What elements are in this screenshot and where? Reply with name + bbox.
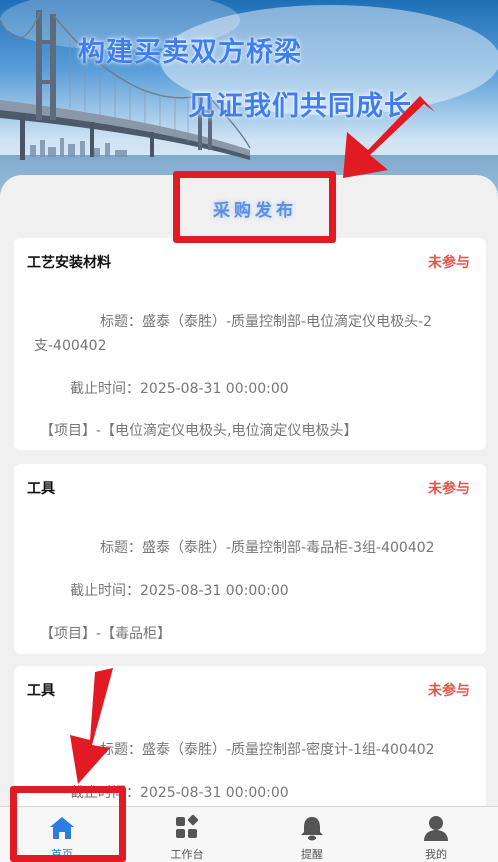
- card-category: 工具: [27, 683, 55, 699]
- banner-slogan-line2: 见证我们共同成长: [188, 91, 412, 122]
- bell-icon: [301, 817, 323, 841]
- tab-label: 我的: [425, 848, 447, 861]
- annotation-box-purchase: [173, 171, 336, 243]
- purchase-card[interactable]: 工艺安装材料 未参与 标题：盛泰（泰胜）-质量控制部-电位滴定仪电极头-2支-4…: [14, 238, 486, 450]
- card-status: 未参与: [428, 683, 470, 699]
- annotation-box-home-tab: [10, 786, 126, 862]
- card-project: 【项目】-【毒品柜】: [40, 626, 172, 642]
- banner-slogan-line1: 构建买卖双方桥梁: [78, 37, 302, 68]
- purchase-card[interactable]: 工具 未参与 标题：盛泰（泰胜）-质量控制部-毒品柜-3组-400402 截止时…: [14, 464, 486, 654]
- tab-label: 提醒: [301, 848, 323, 861]
- card-deadline: 截止时间：2025-08-31 00:00:00: [70, 583, 289, 599]
- card-project: 【项目】-【电位滴定仪电极头,电位滴定仪电极头】: [40, 423, 358, 439]
- workbench-icon: [176, 814, 199, 838]
- card-category: 工具: [27, 481, 55, 497]
- card-title: 标题：盛泰（泰胜）-质量控制部-毒品柜-3组-400402: [100, 540, 435, 556]
- tab-label: 工作台: [170, 848, 204, 861]
- tab-reminders[interactable]: 提醒: [262, 807, 362, 862]
- card-title: 标题：盛泰（泰胜）-质量控制部-密度计-1组-400402: [100, 742, 435, 758]
- user-icon: [424, 816, 448, 841]
- card-deadline: 截止时间：2025-08-31 00:00:00: [70, 381, 289, 397]
- hero-banner: 构建买卖双方桥梁 见证我们共同成长: [0, 0, 498, 200]
- tab-profile[interactable]: 我的: [386, 807, 486, 862]
- card-category: 工艺安装材料: [27, 255, 111, 271]
- card-status: 未参与: [428, 255, 470, 271]
- tab-workbench[interactable]: 工作台: [137, 807, 237, 862]
- card-status: 未参与: [428, 481, 470, 497]
- card-title: 标题：盛泰（泰胜）-质量控制部-电位滴定仪电极头-2支-400402: [34, 314, 433, 354]
